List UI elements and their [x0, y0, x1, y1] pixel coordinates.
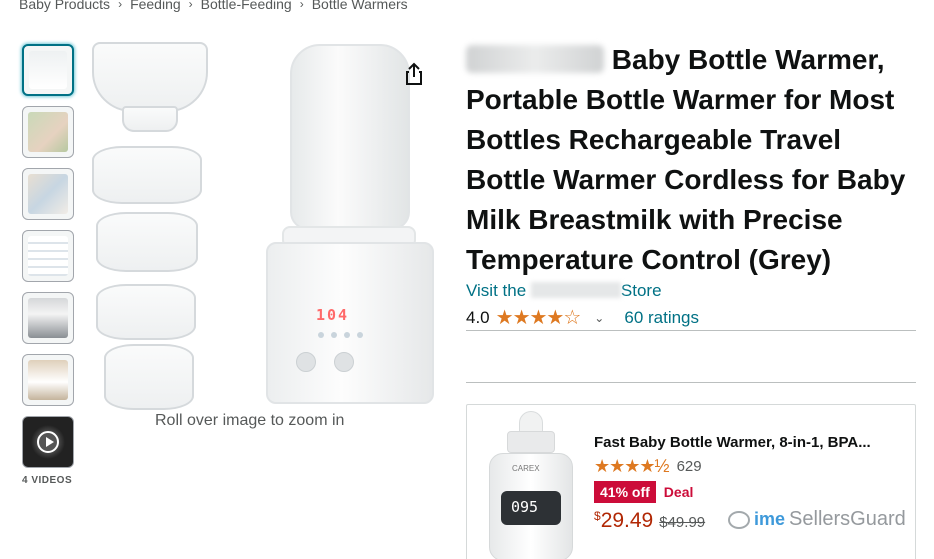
sponsored-product-card[interactable]: CAREX 095 Fast Baby Bottle Warmer, 8-in-… — [466, 404, 916, 559]
breadcrumb: Baby Products › Feeding › Bottle-Feeding… — [19, 0, 408, 12]
deal-row: 41% off Deal — [594, 481, 693, 503]
warmer-indicator-dots — [318, 332, 363, 338]
warmer-button-illustration — [334, 352, 354, 372]
breadcrumb-separator: › — [299, 0, 304, 11]
warmer-button-illustration — [296, 352, 316, 372]
adapter-ring — [96, 212, 198, 272]
bottle-illustration — [290, 44, 410, 230]
wechat-logo-icon — [728, 510, 750, 529]
thumbnail-feature-chart[interactable] — [22, 230, 74, 282]
zoom-hint-text: Roll over image to zoom in — [155, 412, 345, 429]
redacted-store-name — [530, 282, 621, 298]
star-rating-icon[interactable]: ★★★★☆ — [496, 305, 582, 330]
warmer-bowl-base — [122, 106, 178, 132]
thumbnail-lifestyle-family[interactable] — [22, 106, 74, 158]
main-product-image[interactable]: 104 — [84, 34, 444, 414]
adapter-ring — [96, 284, 196, 340]
sponsored-rating: ★★★★½ 629 — [594, 456, 702, 477]
thumbnail-video[interactable] — [22, 416, 74, 468]
thumbnail-lifestyle-kitchen[interactable] — [22, 354, 74, 406]
star-rating-icon[interactable]: ★★★★½ — [594, 456, 670, 477]
breadcrumb-separator: › — [188, 0, 193, 11]
redacted-brand — [466, 45, 604, 73]
image-thumbnail-list — [22, 44, 74, 478]
sale-price: $29.49 — [594, 509, 654, 532]
thumbnail-product-main[interactable] — [22, 44, 74, 96]
list-price: $49.99 — [659, 514, 706, 531]
divider — [466, 330, 916, 331]
breadcrumb-bottle-feeding[interactable]: Bottle-Feeding — [201, 0, 292, 12]
breadcrumb-bottle-warmers[interactable]: Bottle Warmers — [312, 0, 408, 12]
product-title: Baby Bottle Warmer, Portable Bottle Warm… — [466, 40, 921, 280]
store-link[interactable]: Visit the Store — [466, 281, 662, 301]
watermark-text: SellersGuard — [789, 508, 906, 530]
sponsored-product-title[interactable]: Fast Baby Bottle Warmer, 8-in-1, BPA... — [594, 434, 871, 451]
warmer-display-readout: 104 — [316, 306, 350, 324]
breadcrumb-baby-products[interactable]: Baby Products — [19, 0, 110, 12]
play-icon — [37, 431, 59, 453]
sponsored-rating-count[interactable]: 629 — [677, 458, 702, 475]
breadcrumb-separator: › — [118, 0, 123, 11]
sponsored-brand-mark: CAREX — [512, 464, 540, 473]
sponsored-product-image[interactable]: CAREX 095 — [475, 411, 585, 559]
chevron-down-icon[interactable]: ⌄ — [594, 311, 604, 325]
price-row: $29.49 $49.99 — [594, 509, 705, 533]
rating-row: 4.0 ★★★★☆ ⌄ 60 ratings — [466, 305, 699, 330]
adapter-ring — [104, 344, 194, 410]
share-icon[interactable] — [400, 60, 428, 88]
warmer-base-illustration — [266, 242, 434, 404]
discount-badge: 41% off — [594, 481, 656, 503]
deal-label: Deal — [663, 484, 694, 500]
rating-value: 4.0 — [466, 307, 490, 327]
videos-count-label[interactable]: 4 VIDEOS — [22, 475, 72, 486]
sponsored-screen-readout: 095 — [511, 498, 539, 516]
warmer-bowl-part — [92, 42, 208, 112]
thumbnail-comparison-table[interactable] — [22, 292, 74, 344]
divider — [466, 382, 916, 383]
adapter-ring — [92, 146, 202, 204]
watermark: ime SellersGuard — [728, 508, 906, 531]
ratings-count-link[interactable]: 60 ratings — [624, 308, 699, 328]
breadcrumb-feeding[interactable]: Feeding — [130, 0, 181, 12]
thumbnail-lifestyle-mother[interactable] — [22, 168, 74, 220]
prime-fragment: ime — [754, 509, 786, 529]
product-title-text: Baby Bottle Warmer, Portable Bottle Warm… — [466, 44, 906, 275]
